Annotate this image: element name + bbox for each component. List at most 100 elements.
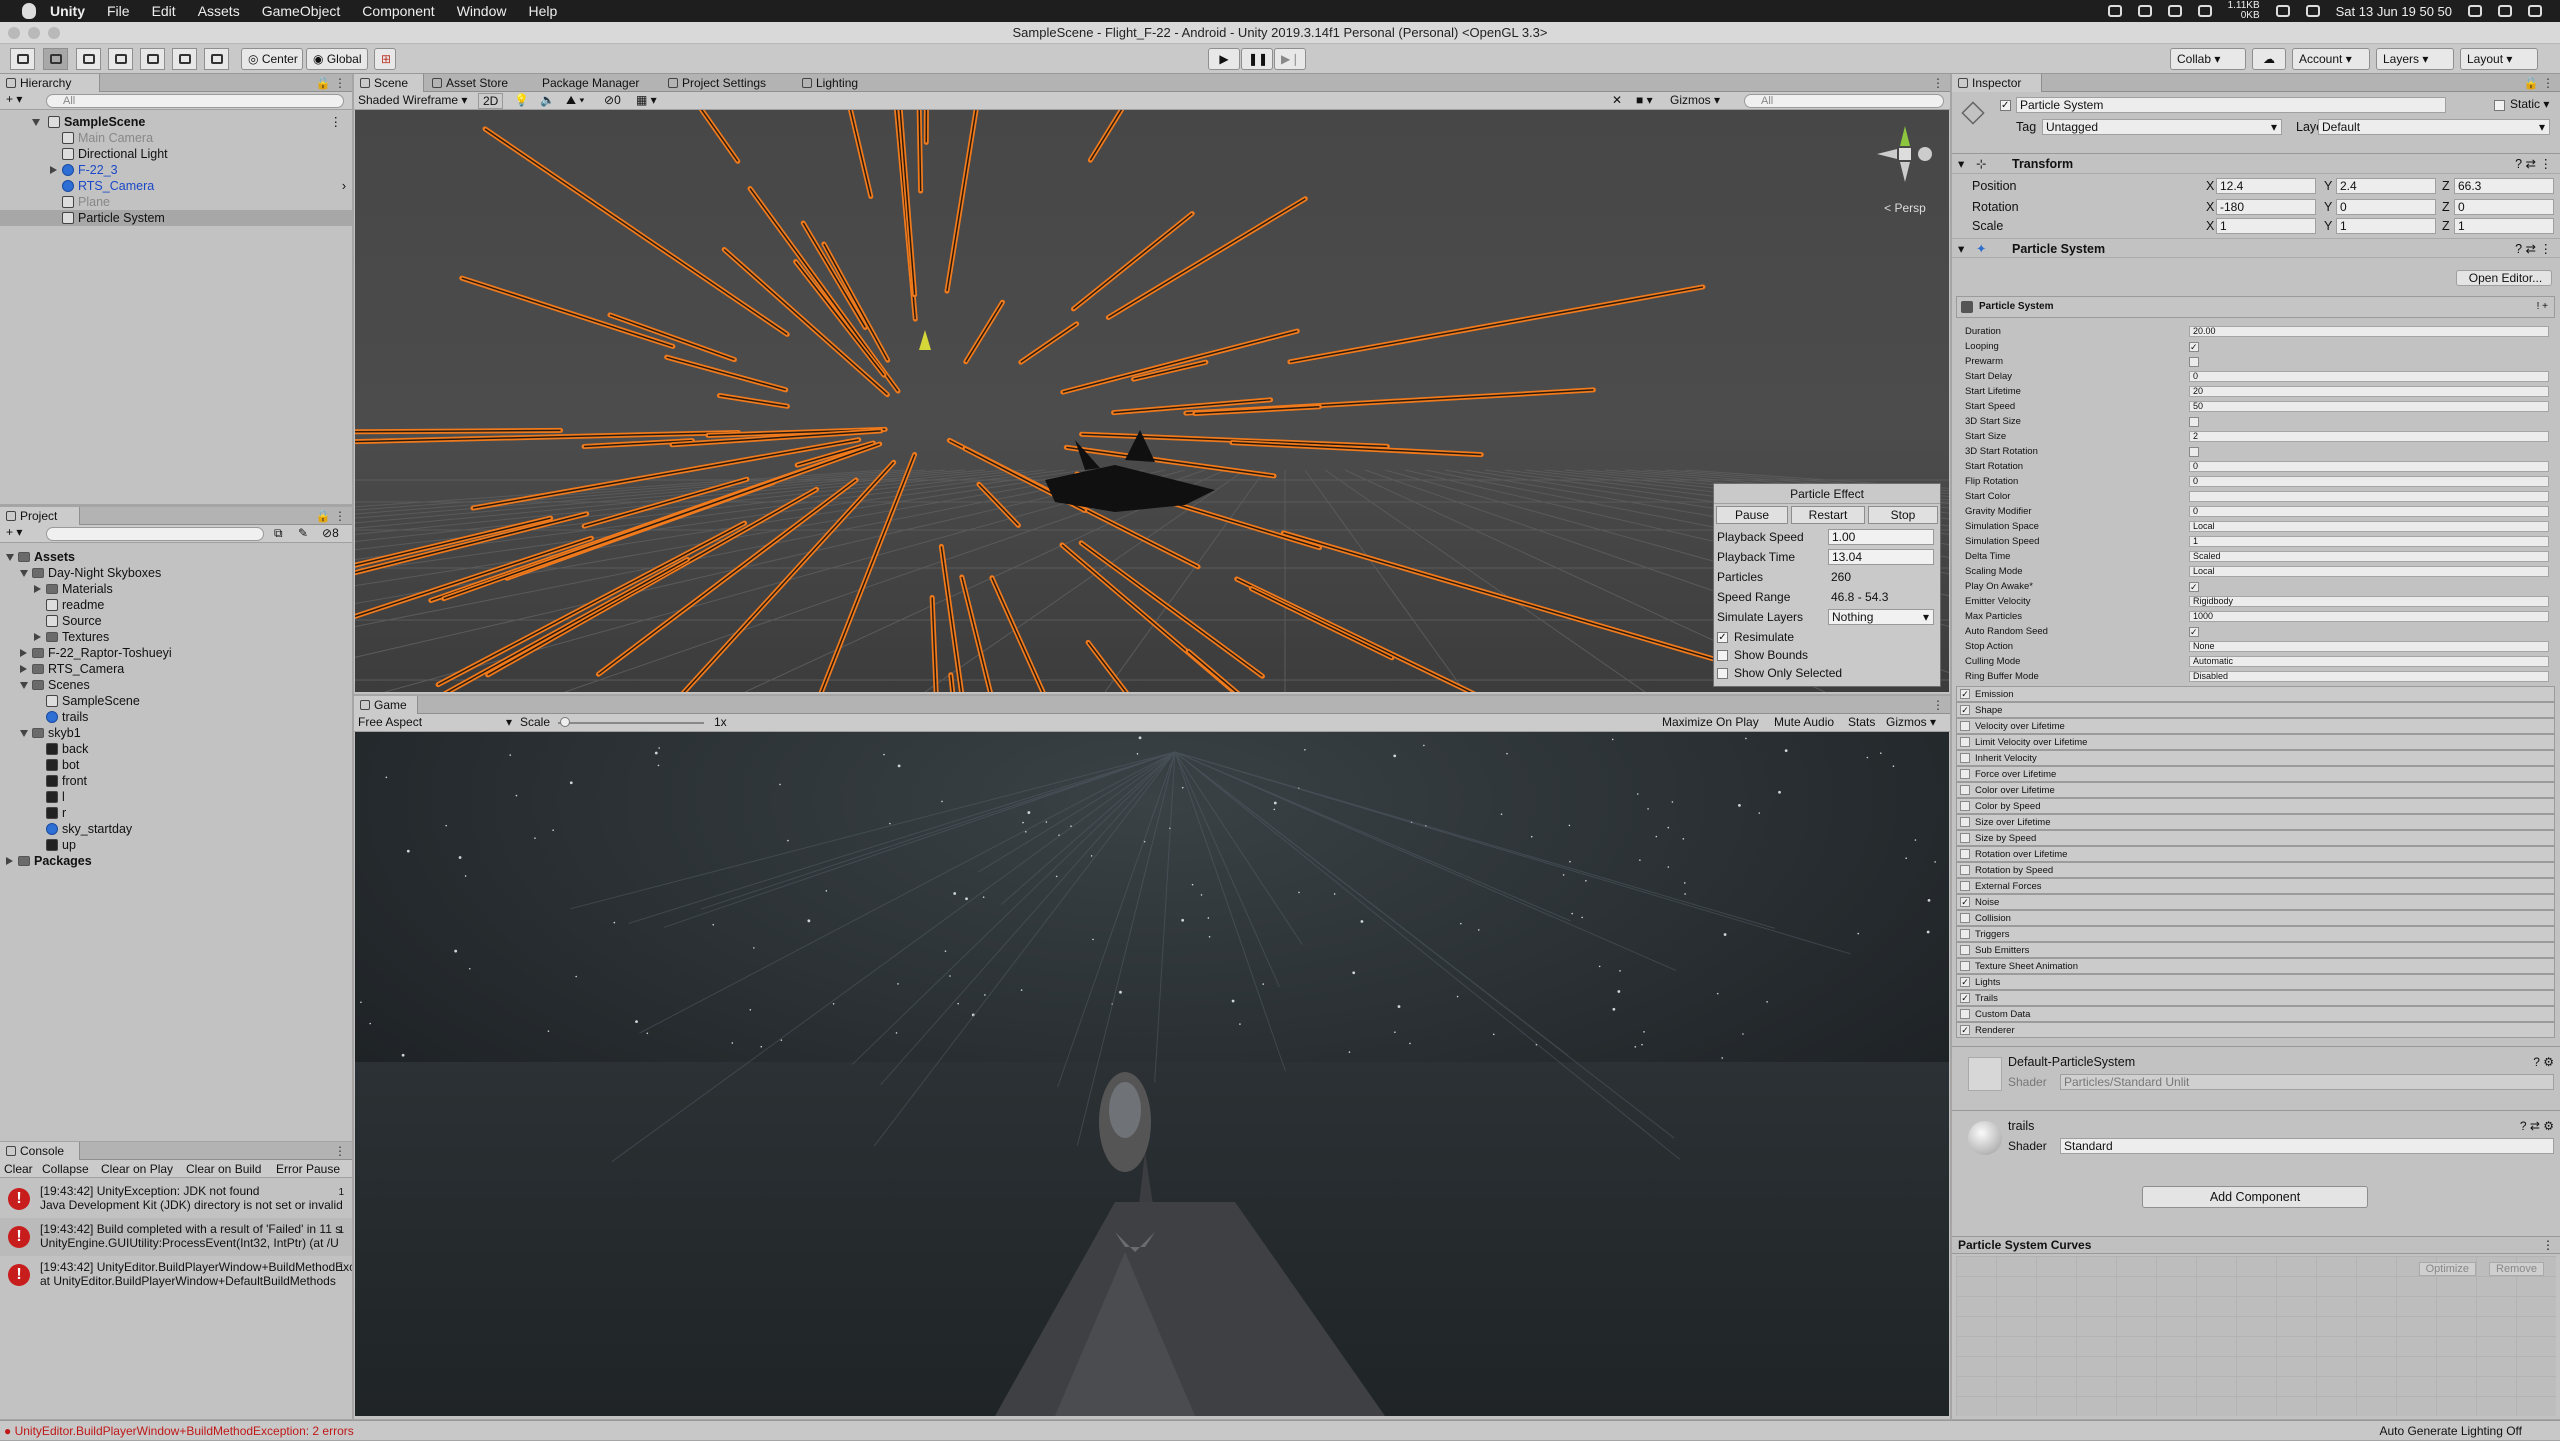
account-dropdown[interactable]: Account ▾ [2292, 48, 2370, 70]
project-item[interactable]: back [0, 741, 352, 757]
menu-help[interactable]: Help [528, 3, 557, 19]
project-item[interactable]: F-22_Raptor-Toshueyi [0, 645, 352, 661]
ps-property-field[interactable]: Automatic [2189, 656, 2549, 667]
ps-property-field[interactable]: 0 [2189, 461, 2549, 472]
menu-assets[interactable]: Assets [198, 3, 240, 19]
siri-icon[interactable] [2498, 5, 2512, 17]
game-viewport[interactable] [355, 732, 1949, 1416]
shader-dropdown[interactable]: Standard [2060, 1138, 2554, 1154]
module-checkbox[interactable]: ✓ [1960, 705, 1970, 715]
hierarchy-item[interactable]: F-22_3 [0, 162, 352, 178]
show-only-selected-checkbox[interactable] [1717, 668, 1728, 679]
tab-scene[interactable]: Scene [354, 74, 424, 92]
module-checkbox[interactable] [1960, 881, 1970, 891]
module-checkbox[interactable]: ✓ [1960, 993, 1970, 1003]
tools-icon[interactable]: ✕ [1612, 93, 1622, 107]
particle-system-header[interactable]: ▾ ✦ Particle System ? ⇄ ⋮ [1952, 238, 2560, 258]
scene-search-input[interactable]: All [1744, 94, 1944, 108]
rotation-z-field[interactable]: 0 [2454, 199, 2554, 215]
panel-menu-icon[interactable]: ⋮ [1932, 76, 1944, 90]
audio-toggle-icon[interactable]: 🔈 [540, 93, 555, 107]
ps-module-row[interactable]: Custom Data [1956, 1006, 2555, 1022]
rect-tool-button[interactable] [140, 48, 165, 70]
hidden-objects-count[interactable]: ⊘0 [604, 93, 621, 107]
optimize-button[interactable]: Optimize [2418, 1262, 2476, 1276]
playback-time-field[interactable]: 13.04 [1828, 549, 1934, 565]
hidden-packages-count[interactable]: ⊘8 [322, 526, 339, 540]
module-checkbox[interactable]: ✓ [1960, 977, 1970, 987]
project-item[interactable]: up [0, 837, 352, 853]
project-item[interactable]: Assets [0, 549, 352, 565]
tab-hierarchy[interactable]: Hierarchy [0, 74, 100, 92]
2d-toggle[interactable]: 2D [478, 93, 504, 109]
clear-button[interactable]: Clear [4, 1162, 33, 1176]
ps-property-field[interactable]: 0 [2189, 371, 2549, 382]
project-item[interactable]: SampleScene [0, 693, 352, 709]
component-settings-icon[interactable]: ? ⇄ ⋮ [2515, 239, 2552, 259]
notification-center-icon[interactable] [2528, 5, 2542, 17]
app-menu[interactable]: Unity [50, 3, 85, 19]
scene-orientation-gizmo[interactable]: < Persp [1875, 124, 1935, 215]
ps-property-checkbox[interactable]: ✓ [2189, 627, 2199, 637]
component-settings-icon[interactable]: ? ⇄ ⚙ [2520, 1119, 2554, 1133]
module-checkbox[interactable] [1960, 1009, 1970, 1019]
ps-property-field[interactable]: 50 [2189, 401, 2549, 412]
shader-dropdown[interactable]: Particles/Standard Unlit [2060, 1074, 2554, 1090]
rotation-x-field[interactable]: -180 [2216, 199, 2316, 215]
close-window-button[interactable] [8, 27, 20, 39]
clear-on-build-toggle[interactable]: Clear on Build [186, 1162, 261, 1176]
panel-menu-icon[interactable]: 🔒 ⋮ [316, 76, 346, 90]
volume-icon[interactable] [2305, 5, 2320, 17]
wifi-icon[interactable] [2275, 5, 2290, 17]
pivot-center-toggle[interactable]: ◎ Center [241, 48, 303, 70]
simulate-layers-dropdown[interactable]: Nothing ▾ [1828, 609, 1934, 625]
create-dropdown[interactable]: + ▾ [6, 92, 22, 106]
position-y-field[interactable]: 2.4 [2336, 178, 2436, 194]
hierarchy-item[interactable]: Directional Light [0, 146, 352, 162]
ps-property-checkbox[interactable] [2189, 447, 2199, 457]
cloud-button[interactable]: ☁ [2252, 48, 2286, 70]
material-default-particle[interactable]: Default-ParticleSystem Shader Particles/… [1952, 1046, 2560, 1106]
camera-icon[interactable]: ■ ▾ [1636, 93, 1653, 107]
module-checkbox[interactable]: ✓ [1960, 689, 1970, 699]
ps-module-row[interactable]: Rotation by Speed [1956, 862, 2555, 878]
minimize-window-button[interactable] [28, 27, 40, 39]
project-item[interactable]: trails [0, 709, 352, 725]
module-checkbox[interactable] [1960, 865, 1970, 875]
effects-toggle-icon[interactable]: ⛰ ▾ [566, 93, 584, 108]
ps-property-field[interactable]: Disabled [2189, 671, 2549, 682]
module-checkbox[interactable] [1960, 737, 1970, 747]
ps-property-checkbox[interactable]: ✓ [2189, 342, 2199, 352]
collapse-toggle[interactable]: Collapse [42, 1162, 89, 1176]
ps-property-field[interactable]: None [2189, 641, 2549, 652]
status-error[interactable]: ● UnityEditor.BuildPlayerWindow+BuildMet… [4, 1421, 354, 1441]
step-button[interactable]: ▶❘ [1274, 48, 1306, 70]
project-item[interactable]: readme [0, 597, 352, 613]
module-menu-icon[interactable]: ! + [2537, 297, 2548, 317]
tab-project-settings[interactable]: Project Settings [662, 74, 772, 92]
cloud-icon[interactable] [2197, 5, 2212, 17]
position-x-field[interactable]: 12.4 [2216, 178, 2316, 194]
scale-y-field[interactable]: 1 [2336, 218, 2436, 234]
ps-property-field[interactable]: Local [2189, 521, 2549, 532]
ps-module-row[interactable]: ✓ Shape [1956, 702, 2555, 718]
particle-pause-button[interactable]: Pause [1716, 506, 1788, 524]
shading-mode-dropdown[interactable]: Shaded Wireframe ▾ [358, 93, 467, 107]
scene-row[interactable]: SampleScene ⋮ [0, 114, 352, 130]
module-checkbox[interactable] [1960, 961, 1970, 971]
material-trails[interactable]: trails Shader Standard ? ⇄ ⚙ [1952, 1110, 2560, 1170]
persp-label[interactable]: < Persp [1875, 201, 1935, 215]
menu-window[interactable]: Window [457, 3, 507, 19]
tab-inspector[interactable]: Inspector [1952, 74, 2042, 92]
status-icon[interactable] [2107, 5, 2122, 17]
menu-file[interactable]: File [107, 3, 130, 19]
module-checkbox[interactable]: ✓ [1960, 897, 1970, 907]
module-checkbox[interactable]: ✓ [1960, 1025, 1970, 1035]
ps-module-row[interactable]: ✓ Renderer [1956, 1022, 2555, 1038]
ps-module-row[interactable]: Inherit Velocity [1956, 750, 2555, 766]
play-button[interactable]: ▶ [1208, 48, 1240, 70]
ps-module-row[interactable]: ✓ Lights [1956, 974, 2555, 990]
ps-module-row[interactable]: Rotation over Lifetime [1956, 846, 2555, 862]
static-dropdown[interactable]: Static ▾ [2510, 97, 2549, 111]
scale-slider-thumb[interactable] [560, 717, 570, 727]
